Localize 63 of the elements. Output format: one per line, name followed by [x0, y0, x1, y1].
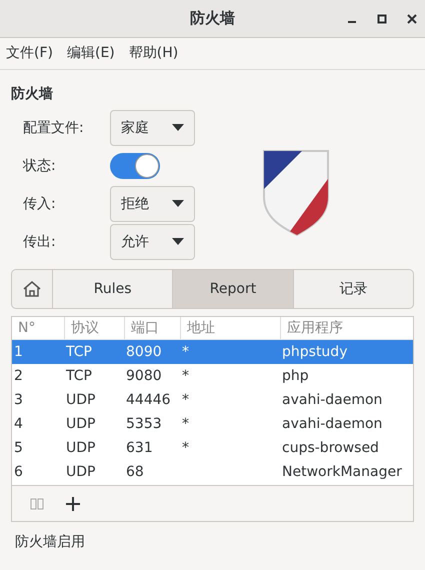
home-icon: [22, 279, 42, 299]
table-row[interactable]: 4 UDP 5353 * avahi-daemon: [12, 412, 413, 436]
close-icon[interactable]: [407, 14, 417, 24]
table-cell-text: 5353: [125, 414, 163, 434]
table-cell-text: avahi-daemon: [281, 390, 384, 410]
caret-icon: [172, 200, 184, 208]
table-row[interactable]: 3 UDP 44446 * avahi-daemon: [12, 388, 413, 412]
tab[interactable]: 记录: [294, 270, 413, 308]
table-row[interactable]: 5 UDP 631 * cups-browsed: [12, 436, 413, 460]
table-cell-text: 44446: [125, 390, 172, 410]
dropdown[interactable]: 拒绝: [110, 186, 195, 222]
setting-label: 状态:: [23, 156, 57, 176]
table-cell-text: 1: [13, 342, 24, 362]
section-heading: 防火墙: [11, 85, 54, 104]
caret-icon: [172, 124, 184, 132]
table-row[interactable]: 1 TCP 8090 * phpstudy: [12, 340, 413, 364]
table-cell-text: 3: [13, 390, 24, 410]
column-header[interactable]: 端口: [124, 317, 180, 339]
table-cell-text: *: [181, 414, 190, 434]
table-row[interactable]: 2 TCP 9080 * php: [12, 364, 413, 388]
setting-label: 传入:: [23, 194, 57, 214]
setting-label: 传出:: [23, 232, 57, 252]
menu-item[interactable]: 文件(F): [6, 43, 53, 64]
add-icon[interactable]: [66, 496, 80, 510]
table-cell-text: *: [181, 366, 190, 386]
dropdown[interactable]: 允许: [110, 224, 195, 260]
menu-item[interactable]: 编辑(E): [66, 43, 115, 64]
tab[interactable]: Report: [173, 270, 294, 308]
table-cell-text: *: [181, 390, 190, 410]
table-cell-text: *: [181, 438, 190, 458]
toggle-switch[interactable]: [110, 153, 160, 179]
table-cell-text: cups-browsed: [281, 438, 380, 458]
column-header[interactable]: 协议: [64, 317, 124, 339]
table-cell-text: 6: [13, 462, 24, 482]
table-cell-text: *: [181, 342, 190, 362]
table-cell-text: UDP: [65, 390, 96, 410]
table-cell-text: UDP: [65, 414, 96, 434]
table-cell-text: 2: [13, 366, 24, 386]
table-row[interactable]: 6 UDP 68 NetworkManager: [12, 460, 413, 484]
table-cell-text: 9080: [125, 366, 163, 386]
maximize-icon[interactable]: [377, 14, 387, 24]
table-cell-text: phpstudy: [281, 342, 348, 362]
table-cell-text: TCP: [65, 342, 93, 362]
table-cell-text: 631: [125, 438, 154, 458]
menu-item[interactable]: 帮助(H): [128, 43, 178, 64]
table-cell-text: 5: [13, 438, 24, 458]
table-cell-text: UDP: [65, 438, 96, 458]
dropdown[interactable]: 家庭: [110, 110, 195, 146]
column-header[interactable]: 地址: [180, 317, 280, 339]
table-cell-text: NetworkManager: [281, 462, 403, 482]
status-text: 防火墙启用: [14, 533, 86, 552]
table-cell-text: UDP: [65, 462, 96, 482]
table-cell-text: avahi-daemon: [281, 414, 384, 434]
table-cell-text: TCP: [65, 366, 93, 386]
column-header[interactable]: N°: [12, 317, 64, 339]
window-title: 防火墙: [190, 8, 235, 30]
table-cell-text: 4: [13, 414, 24, 434]
table-cell-text: 8090: [125, 342, 163, 362]
table-cell-text: php: [281, 366, 310, 386]
caret-icon: [172, 238, 184, 246]
setting-label: 配置文件:: [23, 118, 85, 138]
table-cell-text: 68: [125, 462, 145, 482]
column-header[interactable]: 应用程序: [280, 317, 413, 339]
